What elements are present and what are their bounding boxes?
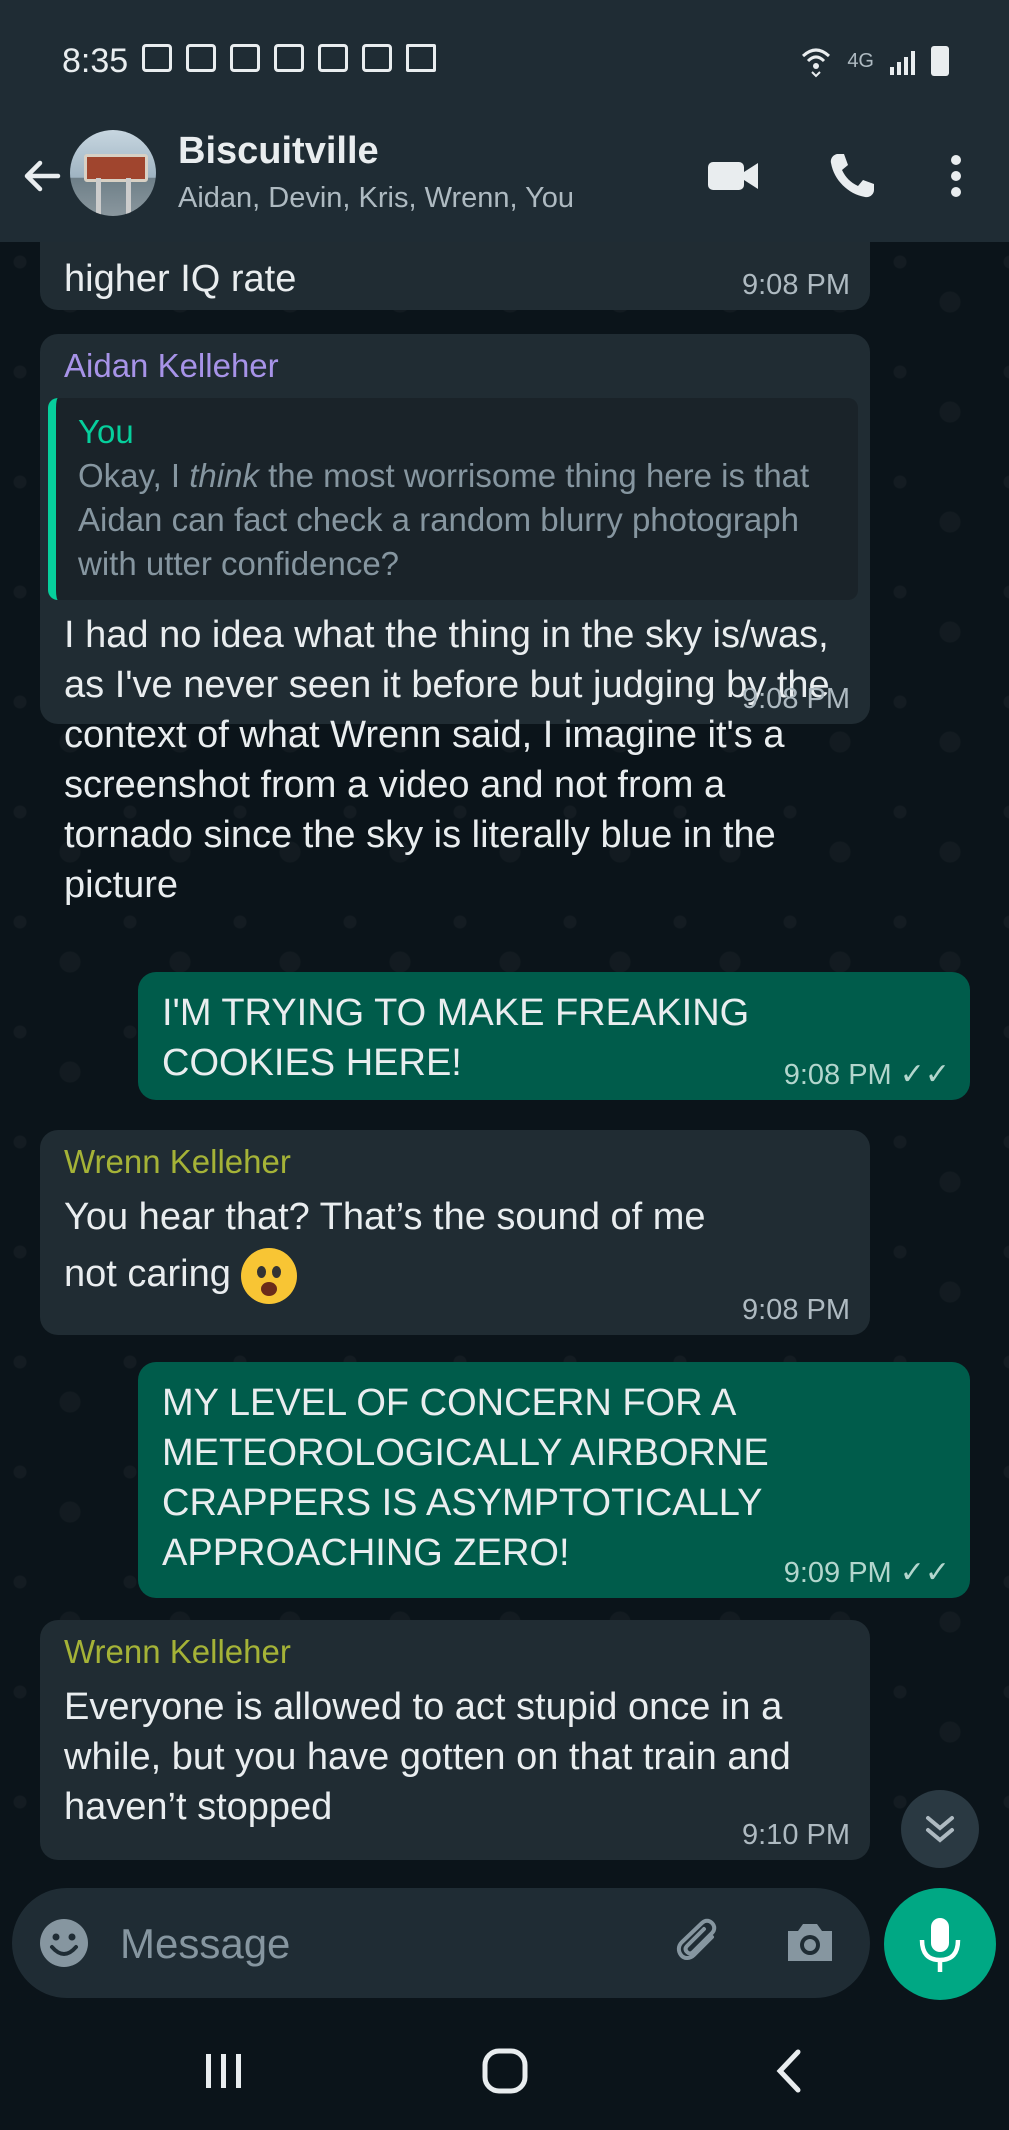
system-navigation-bar [0,2010,1009,2130]
quoted-text: Okay, I think the most worrisome thing h… [78,454,838,586]
message-text: higher IQ rate [64,258,297,300]
message-bubble[interactable]: MY LEVEL OF CONCERN FOR A METEOROLOGICAL… [138,1362,970,1598]
message-time: 9:08 PM ✓✓ [784,1058,950,1092]
home-icon[interactable] [480,2046,530,2096]
message-time-label: 9:09 PM [783,1557,892,1589]
gallery-icon [362,44,392,72]
voice-call-icon[interactable] [824,148,880,204]
scroll-to-bottom-button[interactable] [901,1790,979,1868]
message-sender: Wrenn Kelleher [64,1633,291,1670]
message-sender: Aidan Kelleher [64,347,279,384]
back-icon[interactable] [770,2046,810,2096]
message-list[interactable]: higher IQ rate 9:08 PM Aidan Kelleher Yo… [0,242,1009,1890]
message-text-part: not caring [64,1253,231,1296]
cast-icon [142,44,172,72]
sign-post [126,178,131,216]
message-time-label: 9:08 PM [783,1059,892,1091]
message-input[interactable]: Message [12,1888,870,1998]
network-type: 4G [847,49,874,72]
camera-icon[interactable] [782,1915,838,1971]
news-app-icon [318,44,348,72]
message-text: You hear that? That’s the sound of me [64,1196,706,1238]
read-receipt-icon: ✓✓ [899,1556,950,1589]
quoted-text-emphasis: think [189,457,259,494]
group-avatar[interactable] [70,130,156,216]
more-options-icon[interactable] [928,148,984,204]
status-time: 8:35 [62,42,129,80]
microphone-icon [919,1918,961,1972]
message-bubble[interactable]: Wrenn Kelleher Everyone is allowed to ac… [40,1620,870,1860]
message-time: 9:08 PM [742,1294,850,1326]
emoji-icon[interactable] [38,1917,90,1969]
recent-apps-icon[interactable] [200,2046,248,2096]
message-bubble[interactable]: Wrenn Kelleher You hear that? That’s the… [40,1130,870,1335]
app-notification-icon [230,44,260,72]
message-time: 9:08 PM [742,269,850,301]
linkedin-icon [186,44,216,72]
message-bubble[interactable]: higher IQ rate 9:08 PM [40,242,870,310]
sign-image [84,154,148,182]
message-text: MY LEVEL OF CONCERN FOR A METEOROLOGICAL… [162,1382,769,1574]
sign-post [96,178,101,216]
message-composer: Message [0,1888,1009,2010]
quoted-message[interactable]: You Okay, I think the most worrisome thi… [48,398,858,600]
status-bar: 8:35 4G [0,0,1009,122]
message-time: 9:10 PM [742,1819,850,1851]
back-arrow-icon[interactable] [18,152,66,200]
sport-app-icon [274,44,304,72]
message-text: I had no idea what the thing in the sky … [64,614,830,906]
voice-message-button[interactable] [884,1888,996,2000]
message-placeholder: Message [120,1920,291,1967]
double-chevron-down-icon [926,1816,954,1843]
face-screaming-emoji-icon [241,1248,298,1304]
video-call-icon[interactable] [706,148,762,204]
chat-title[interactable]: Biscuitville [178,130,379,173]
quoted-text-part: Okay, I [78,457,190,494]
quoted-sender: You [78,413,134,450]
emoji-mouth [261,1282,278,1296]
signal-icon [890,47,915,75]
wifi-icon [802,48,831,78]
chat-header: Biscuitville Aidan, Devin, Kris, Wrenn, … [0,122,1009,242]
chat-participants[interactable]: Aidan, Devin, Kris, Wrenn, You [178,182,574,215]
message-bubble[interactable]: Aidan Kelleher You Okay, I think the mos… [40,334,870,906]
read-receipt-icon: ✓✓ [899,1058,950,1091]
message-time: 9:08 PM [742,683,850,715]
paperclip-icon[interactable] [672,1915,728,1971]
battery-icon [931,46,949,76]
message-sender: Wrenn Kelleher [64,1143,291,1180]
message-text: Everyone is allowed to act stupid once i… [64,1686,791,1828]
laptop-icon [406,44,436,72]
message-text: I'M TRYING TO MAKE FREAKING COOKIES HERE… [162,992,750,1084]
message-bubble[interactable]: I'M TRYING TO MAKE FREAKING COOKIES HERE… [138,972,970,1100]
notification-icons [142,44,436,72]
message-time: 9:09 PM ✓✓ [784,1556,950,1590]
